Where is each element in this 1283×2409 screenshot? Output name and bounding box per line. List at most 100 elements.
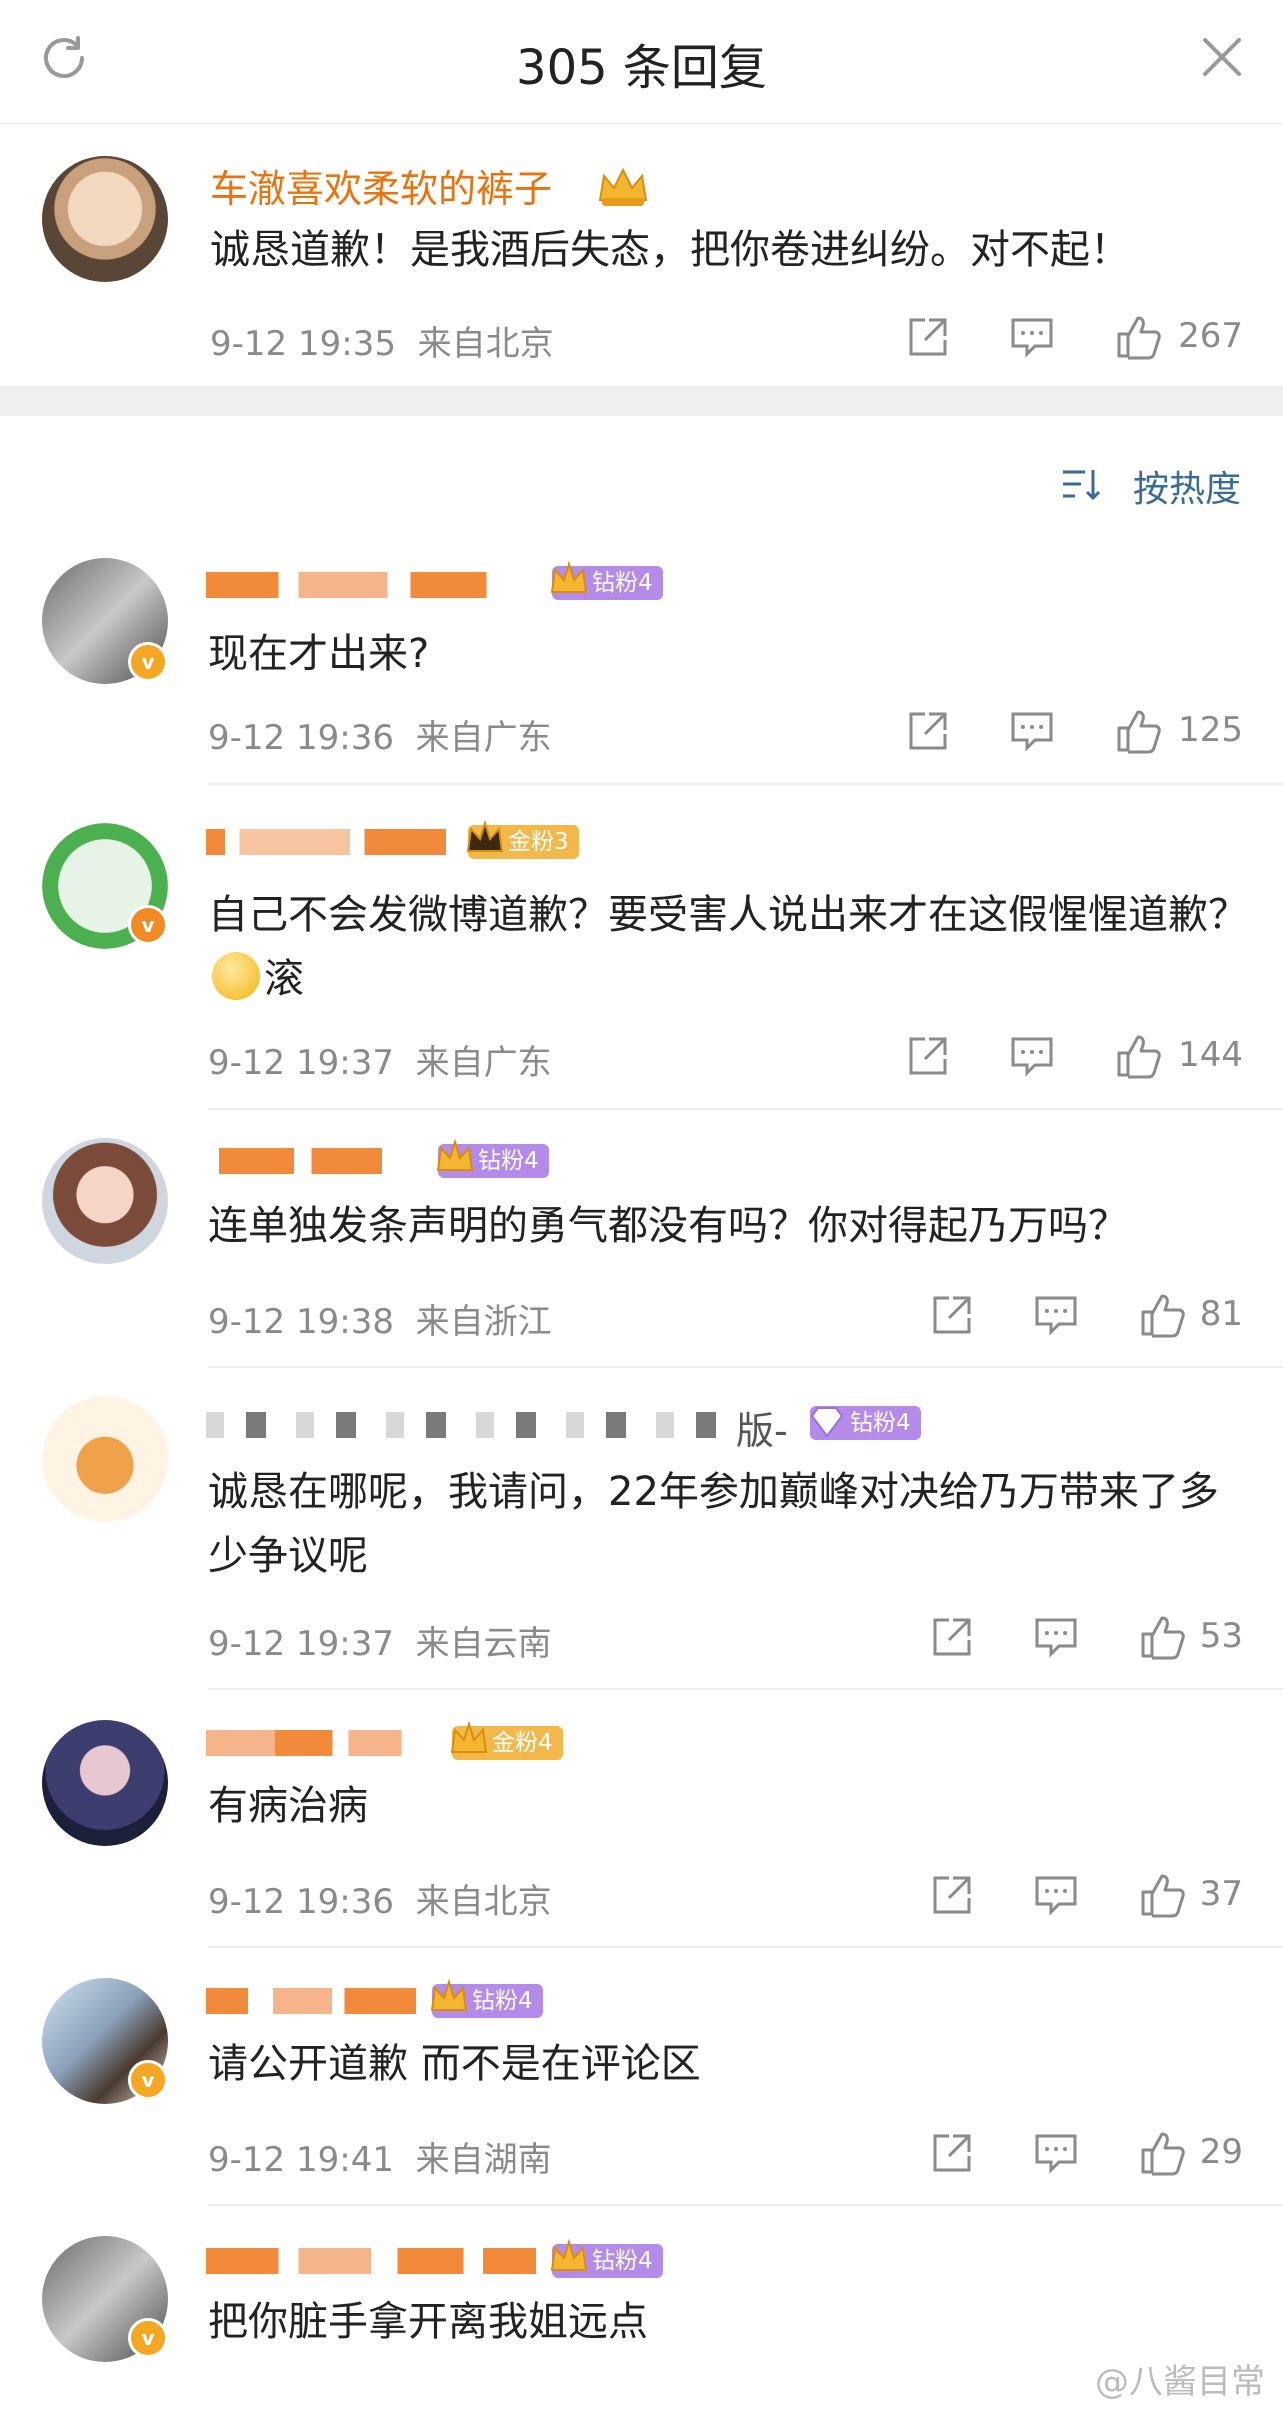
reply-location: 来自浙江 [415, 1302, 552, 1342]
comment-location: 来自北京 [417, 324, 554, 364]
reply-location: 来自广东 [415, 718, 552, 758]
comment-icon[interactable] [1031, 1612, 1081, 1662]
list-item: v 钻粉4 请公开道歉 而不是在评论区 9-12 19:41 来自湖南 29 [0, 1948, 1283, 2206]
fan-badge: 金粉3 [466, 819, 579, 859]
comment-actions: 267 [903, 312, 1243, 362]
reply-actions: 29 [927, 2128, 1243, 2178]
reply-text: 有病治病 [208, 1783, 368, 1829]
username-blurred[interactable] [206, 2248, 536, 2274]
reply-actions: 144 [903, 1031, 1243, 1081]
reply-actions: 81 [927, 1290, 1243, 1340]
sort-label: 按热度 [1132, 469, 1241, 510]
reply-meta: 9-12 19:37 来自云南 [208, 1616, 552, 1665]
smile-emoji-icon [212, 952, 260, 1000]
like-icon[interactable] [1137, 2128, 1187, 2178]
fan-badge-label: 钻粉4 [850, 1410, 911, 1436]
reply-text: 请公开道歉 而不是在评论区 [208, 2041, 701, 2087]
reply-username[interactable]: 版- [736, 1400, 788, 1455]
comment-meta: 9-12 19:35 来自北京 [210, 316, 554, 365]
reply-time: 9-12 19:36 [208, 1882, 394, 1922]
reply-text: 连单独发条声明的勇气都没有吗？你对得起乃万吗？ [208, 1203, 1128, 1249]
verified-icon: v [128, 2318, 168, 2358]
close-icon[interactable] [1199, 34, 1245, 80]
reply-time: 9-12 19:37 [208, 1043, 394, 1083]
username-blurred[interactable] [206, 1412, 726, 1438]
like-count: 53 [1199, 1616, 1243, 1656]
like-count: 144 [1178, 1035, 1243, 1075]
like-icon[interactable] [1137, 1870, 1187, 1920]
reply-text: 自己不会发微博道歉？要受害人说出来才在这假惺惺道歉？ 滚 [208, 883, 1248, 1011]
dialog-header: 305 条回复 [0, 0, 1283, 125]
reply-meta: 9-12 19:36 来自北京 [208, 1874, 552, 1923]
crown-icon [466, 819, 504, 852]
reply-text-body: 自己不会发微博道歉？要受害人说出来才在这假惺惺道歉？ [208, 892, 1248, 938]
like-icon[interactable] [1113, 706, 1163, 756]
reply-text: 现在才出来? [208, 631, 430, 677]
reply-location: 来自湖南 [415, 2140, 552, 2180]
reply-meta: 9-12 19:41 来自湖南 [208, 2132, 552, 2181]
like-icon[interactable] [1113, 1031, 1163, 1081]
fan-badge: 钻粉4 [550, 560, 663, 600]
like-count: 125 [1178, 710, 1243, 750]
username-blurred[interactable] [206, 1988, 416, 2014]
fan-badge: 钻粉4 [430, 1978, 543, 2018]
fan-badge-label: 钻粉4 [592, 570, 653, 596]
comment-time: 9-12 19:35 [210, 324, 396, 364]
username-blurred[interactable] [206, 1730, 436, 1756]
crown-icon [550, 560, 588, 593]
fan-badge-label: 钻粉4 [472, 1988, 533, 2014]
comment-icon[interactable] [1031, 2128, 1081, 2178]
crown-badge-icon [598, 167, 648, 206]
fan-badge-label: 钻粉4 [592, 2248, 653, 2274]
crown-icon [550, 2238, 588, 2271]
share-icon[interactable] [927, 2128, 977, 2178]
reply-meta: 9-12 19:38 来自浙江 [208, 1294, 552, 1343]
avatar[interactable] [42, 1396, 168, 1522]
reply-location: 来自云南 [415, 1624, 552, 1664]
comment-username[interactable]: 车澈喜欢柔软的裤子 [210, 158, 552, 213]
avatar[interactable] [42, 1138, 168, 1264]
fan-badge-label: 金粉3 [508, 829, 569, 855]
share-icon[interactable] [927, 1290, 977, 1340]
fan-badge-label: 钻粉4 [478, 1148, 539, 1174]
like-icon[interactable] [1137, 1612, 1187, 1662]
sort-toggle[interactable]: 按热度 [1061, 458, 1241, 510]
diamond-icon [810, 1407, 844, 1438]
avatar[interactable] [42, 156, 168, 282]
original-comment: 车澈喜欢柔软的裤子 诚恳道歉！是我酒后失态，把你卷进纠纷。对不起！ 9-12 1… [0, 124, 1283, 386]
like-icon[interactable] [1113, 312, 1163, 362]
comment-icon[interactable] [1007, 1031, 1057, 1081]
username-blurred[interactable] [206, 829, 446, 855]
comment-icon[interactable] [1007, 706, 1057, 756]
comment-icon[interactable] [1031, 1290, 1081, 1340]
reply-location: 来自广东 [415, 1043, 552, 1083]
section-divider [0, 386, 1283, 416]
share-icon[interactable] [903, 312, 953, 362]
reply-location: 来自北京 [415, 1882, 552, 1922]
list-item: v 钻粉4 现在才出来? 9-12 19:36 来自广东 125 [0, 550, 1283, 785]
share-icon[interactable] [927, 1612, 977, 1662]
reply-meta: 9-12 19:36 来自广东 [208, 710, 552, 759]
reply-text: 把你脏手拿开离我姐远点 [208, 2299, 648, 2345]
username-blurred[interactable] [206, 572, 536, 598]
list-item: 金粉4 有病治病 9-12 19:36 来自北京 37 [0, 1690, 1283, 1948]
fan-badge: 金粉4 [450, 1720, 563, 1760]
avatar[interactable] [42, 1720, 168, 1846]
sort-icon [1063, 470, 1101, 501]
reply-time: 9-12 19:41 [208, 2140, 394, 2180]
comment-icon[interactable] [1007, 312, 1057, 362]
list-item: v 金粉3 自己不会发微博道歉？要受害人说出来才在这假惺惺道歉？ 滚 9-12 1… [0, 785, 1283, 1110]
share-icon[interactable] [927, 1870, 977, 1920]
username-blurred[interactable] [206, 1148, 426, 1174]
like-count: 29 [1199, 2132, 1243, 2172]
comment-text: 诚恳道歉！是我酒后失态，把你卷进纠纷。对不起！ [210, 227, 1130, 273]
like-icon[interactable] [1137, 1290, 1187, 1340]
comment-icon[interactable] [1031, 1870, 1081, 1920]
share-icon[interactable] [903, 1031, 953, 1081]
share-icon[interactable] [903, 706, 953, 756]
watermark: @八酱目常 [1095, 2362, 1265, 2402]
like-count: 37 [1199, 1874, 1243, 1914]
reply-meta: 9-12 19:37 来自广东 [208, 1035, 552, 1084]
reply-time: 9-12 19:37 [208, 1624, 394, 1664]
reply-actions: 53 [927, 1612, 1243, 1662]
